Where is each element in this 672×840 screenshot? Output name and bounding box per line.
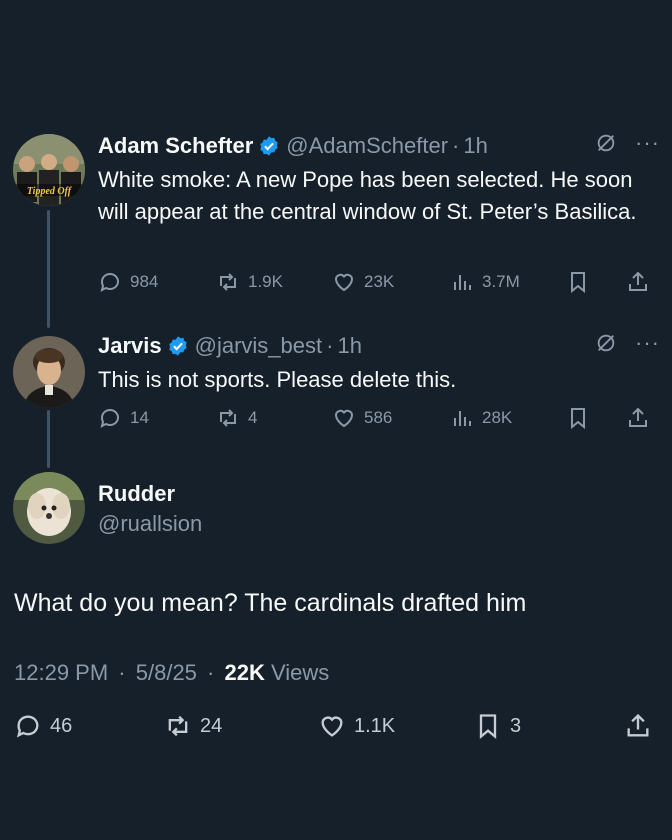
reply-button[interactable]: 46 [14, 712, 72, 740]
retweet-count: 24 [200, 714, 223, 737]
timestamp[interactable]: 1h [337, 333, 361, 359]
views-icon [454, 275, 471, 290]
separator-dot: · [326, 333, 334, 358]
views-total: 22K [224, 660, 265, 685]
reply-button[interactable]: 14 [98, 406, 149, 430]
like-count: 1.1K [354, 714, 396, 737]
views-count: 28K [482, 408, 513, 427]
share-icon [627, 713, 649, 737]
like-button[interactable]: 1.1K [318, 712, 395, 740]
retweet-count: 4 [248, 408, 258, 427]
reply-button[interactable]: 984 [98, 270, 158, 294]
like-icon [334, 273, 354, 292]
tweet-time[interactable]: 12:29 PM [14, 660, 108, 685]
separator-dot: · [452, 133, 460, 158]
avatar-image [13, 472, 85, 544]
tweet-text: This is not sports. Please delete this. [98, 367, 457, 392]
retweet-button[interactable]: 4 [216, 406, 257, 430]
share-button[interactable] [626, 270, 650, 294]
avatar[interactable]: Tipped Off [13, 134, 85, 206]
avatar[interactable] [13, 336, 85, 408]
share-icon [629, 271, 647, 291]
reply-icon [100, 409, 119, 428]
bookmark-button[interactable] [566, 406, 590, 430]
reply-count: 984 [130, 272, 159, 291]
share-icon [629, 407, 647, 427]
reply-icon [16, 715, 39, 738]
retweet-icon [220, 273, 236, 291]
handle[interactable]: @AdamSchefter [286, 133, 448, 159]
timestamp[interactable]: 1h [463, 133, 487, 159]
verified-badge-icon [168, 336, 187, 356]
svg-text:Tipped Off: Tipped Off [27, 186, 73, 197]
like-icon [321, 716, 343, 737]
avatar[interactable] [13, 472, 85, 544]
tweet-meta: 12:29 PM · 5/8/25 · 22K Views [14, 660, 330, 685]
views-label: Views [270, 660, 330, 685]
share-button[interactable] [624, 712, 652, 740]
main-tweet-actions: 46 24 1.1K 3 [14, 712, 658, 744]
like-button[interactable]: 23K [332, 270, 394, 294]
reply-count: 14 [130, 408, 149, 427]
like-button[interactable]: 586 [332, 406, 392, 430]
views-button[interactable]: 3.7M [450, 270, 520, 294]
tweet-text: White smoke: A new Pope has been selecte… [98, 167, 637, 224]
like-count: 586 [364, 408, 393, 427]
bookmark-icon [571, 272, 585, 294]
like-icon [334, 409, 354, 428]
views-count: 3.7M [482, 272, 520, 291]
verified-badge-icon [260, 136, 278, 156]
reply-count: 46 [50, 714, 73, 737]
like-count: 23K [364, 272, 395, 291]
avatar-image: Tipped Off [13, 134, 85, 206]
bookmark-button[interactable]: 3 [474, 712, 521, 740]
share-button[interactable] [626, 406, 650, 430]
bookmark-button[interactable] [566, 270, 590, 294]
display-name[interactable]: Jarvis [98, 333, 162, 359]
views-button[interactable]: 28K [450, 406, 512, 430]
reply-icon [100, 273, 119, 292]
handle[interactable]: @jarvis_best [195, 333, 323, 359]
grok-icon[interactable] [595, 132, 617, 154]
retweet-button[interactable]: 24 [164, 712, 222, 740]
bookmark-count: 3 [510, 714, 522, 737]
views-icon [454, 411, 471, 426]
tweet-actions: 984 1.9K 23K 3.7M [98, 270, 658, 298]
tweet-jarvis[interactable]: Jarvis @jarvis_best · 1h ··· This is not… [0, 330, 672, 440]
retweet-icon [220, 409, 236, 427]
bookmark-icon [479, 714, 497, 739]
tweet-text: What do you mean? The cardinals drafted … [14, 589, 527, 617]
tweet-adam-schefter[interactable]: Tipped Off Adam Schefter @AdamSchefter ·… [0, 130, 672, 310]
more-icon[interactable]: ··· [635, 132, 660, 154]
retweet-count: 1.9K [248, 272, 283, 291]
handle[interactable]: @ruallsion [98, 508, 660, 540]
retweet-icon [168, 715, 188, 737]
retweet-button[interactable]: 1.9K [216, 270, 283, 294]
more-icon[interactable]: ··· [635, 332, 660, 354]
display-name[interactable]: Rudder [98, 480, 660, 508]
tweet-date[interactable]: 5/8/25 [136, 660, 197, 685]
avatar-image [13, 336, 85, 408]
tweet-actions: 14 4 586 28K [98, 406, 658, 434]
bookmark-icon [571, 408, 585, 430]
grok-icon[interactable] [595, 332, 617, 354]
display-name[interactable]: Adam Schefter [98, 133, 253, 159]
